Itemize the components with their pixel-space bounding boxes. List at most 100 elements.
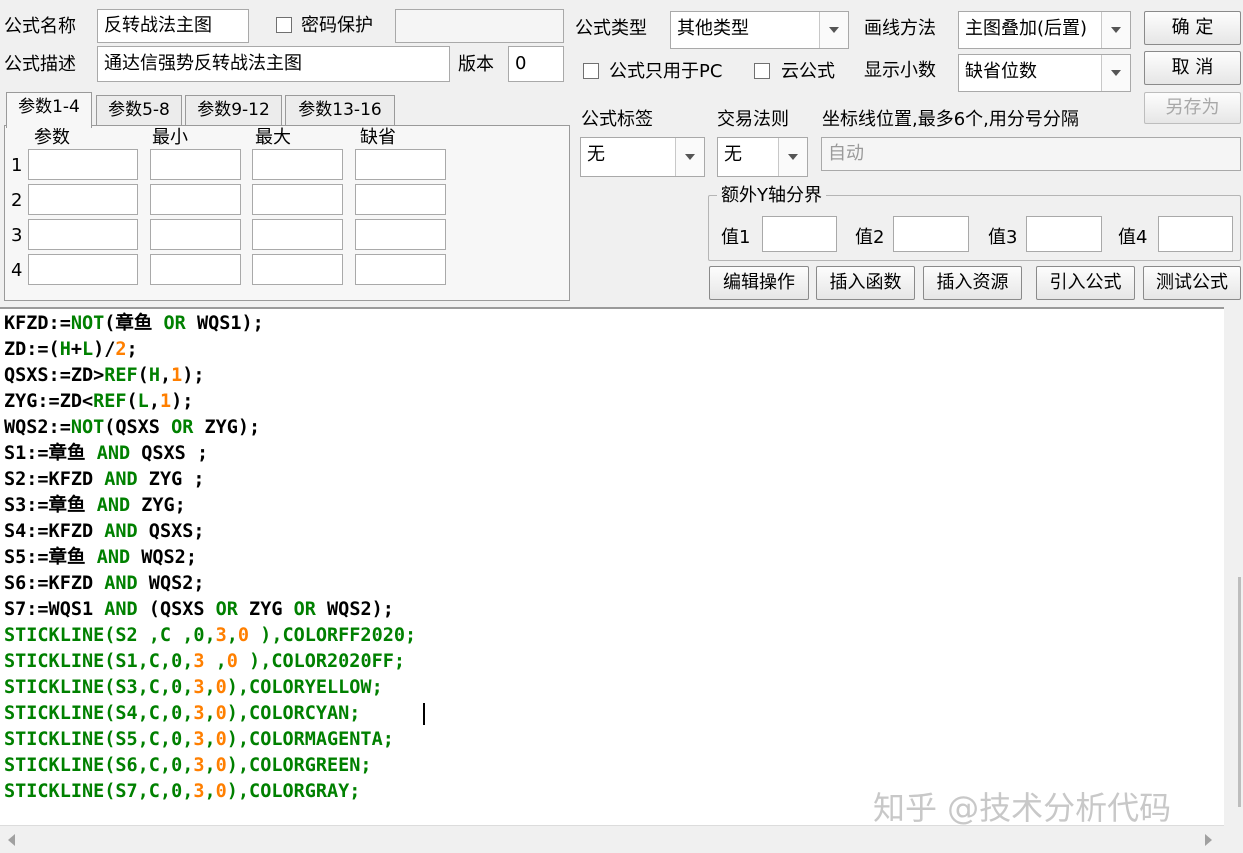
- param-max-input[interactable]: [252, 184, 343, 215]
- draw-method-label: 画线方法: [864, 18, 936, 39]
- formula-tag-select[interactable]: 无: [580, 137, 705, 177]
- formula-tag-label: 公式标签: [581, 109, 653, 130]
- y-value-2-input[interactable]: [893, 216, 969, 252]
- edit-ops-button[interactable]: 编辑操作: [709, 266, 809, 300]
- trade-rule-value: 无: [724, 144, 742, 165]
- tab-params-9-12[interactable]: 参数9-12: [185, 95, 282, 125]
- code-line: S2:=KFZD AND ZYG ;: [4, 469, 205, 490]
- tab-params-5-8[interactable]: 参数5-8: [96, 95, 182, 125]
- y-value-4-input[interactable]: [1158, 216, 1233, 252]
- code-line: STICKLINE(S5,C,0,3,0),COLORMAGENTA;: [4, 729, 394, 750]
- trade-rule-select[interactable]: 无: [717, 137, 808, 177]
- param-default-input[interactable]: [355, 254, 446, 285]
- cloud-formula-checkbox[interactable]: [754, 63, 770, 79]
- extra-y-axis-label: 额外Y轴分界: [717, 185, 826, 207]
- y-value-1-input[interactable]: [762, 216, 837, 252]
- y-value-4-label: 值4: [1118, 227, 1148, 248]
- chevron-down-icon[interactable]: [1101, 12, 1130, 48]
- param-default-input[interactable]: [355, 184, 446, 215]
- pc-only-label: 公式只用于PC: [609, 61, 723, 82]
- code-line: STICKLINE(S7,C,0,3,0),COLORGRAY;: [4, 781, 361, 802]
- formula-type-select[interactable]: 其他类型: [670, 11, 849, 49]
- code-line: S3:=章鱼 AND ZYG;: [4, 495, 186, 516]
- vertical-scroll-thumb[interactable]: [1238, 577, 1241, 807]
- scroll-left-icon[interactable]: [8, 834, 15, 846]
- param-name-input[interactable]: [28, 149, 138, 180]
- code-line: STICKLINE(S3,C,0,3,0),COLORYELLOW;: [4, 677, 383, 698]
- tab-params-1-4[interactable]: 参数1-4: [6, 92, 92, 128]
- code-line: ZYG:=ZD<REF(L,1);: [4, 391, 194, 412]
- watermark-text: 知乎 @技术分析代码: [873, 789, 1172, 827]
- formula-desc-input[interactable]: 通达信强势反转战法主图: [97, 46, 450, 82]
- chevron-down-icon[interactable]: [819, 12, 848, 48]
- axis-lines-input[interactable]: 自动: [821, 137, 1241, 171]
- code-line: S6:=KFZD AND WQS2;: [4, 573, 205, 594]
- draw-method-select[interactable]: 主图叠加(后置): [958, 11, 1131, 49]
- code-line: STICKLINE(S2 ,C ,0,3,0 ),COLORFF2020;: [4, 625, 417, 646]
- code-line: S5:=章鱼 AND WQS2;: [4, 547, 197, 568]
- param-header-max: 最大: [255, 127, 291, 148]
- decimals-value: 缺省位数: [965, 61, 1037, 82]
- scroll-right-icon[interactable]: [1205, 834, 1212, 846]
- password-input[interactable]: [395, 9, 564, 43]
- code-line: KFZD:=NOT(章鱼 OR WQS1);: [4, 313, 264, 334]
- param-name-input[interactable]: [28, 219, 138, 250]
- formula-type-label: 公式类型: [575, 18, 647, 39]
- y-value-2-label: 值2: [855, 227, 885, 248]
- code-line: S1:=章鱼 AND QSXS ;: [4, 443, 209, 464]
- horizontal-scrollbar[interactable]: [0, 825, 1224, 853]
- ok-button[interactable]: 确 定: [1144, 11, 1241, 45]
- password-protect-checkbox[interactable]: [276, 17, 292, 33]
- draw-method-value: 主图叠加(后置): [965, 18, 1088, 39]
- formula-desc-label: 公式描述: [4, 54, 76, 75]
- param-default-input[interactable]: [355, 219, 446, 250]
- param-name-input[interactable]: [28, 254, 138, 285]
- text-caret: [423, 703, 425, 725]
- code-line: QSXS:=ZD>REF(H,1);: [4, 365, 205, 386]
- code-line: STICKLINE(S1,C,0,3 ,0 ),COLOR2020FF;: [4, 651, 405, 672]
- param-row-number: 3: [11, 225, 23, 246]
- insert-resource-button[interactable]: 插入资源: [923, 266, 1022, 300]
- chevron-down-icon[interactable]: [778, 138, 807, 176]
- version-label: 版本: [458, 54, 494, 75]
- param-max-input[interactable]: [252, 254, 343, 285]
- code-line: WQS2:=NOT(QSXS OR ZYG);: [4, 417, 261, 438]
- y-value-3-label: 值3: [988, 227, 1018, 248]
- test-formula-button[interactable]: 测试公式: [1143, 266, 1241, 300]
- import-formula-button[interactable]: 引入公式: [1036, 266, 1135, 300]
- y-value-1-label: 值1: [721, 227, 751, 248]
- param-header-name: 参数: [34, 127, 70, 148]
- trade-rule-label: 交易法则: [717, 109, 789, 130]
- pc-only-checkbox[interactable]: [583, 63, 599, 79]
- param-default-input[interactable]: [355, 149, 446, 180]
- param-header-default: 缺省: [360, 127, 396, 148]
- version-input[interactable]: 0: [508, 46, 564, 82]
- password-protect-label: 密码保护: [301, 15, 373, 36]
- param-name-input[interactable]: [28, 184, 138, 215]
- cancel-button[interactable]: 取 消: [1144, 51, 1241, 85]
- axis-lines-label: 坐标线位置,最多6个,用分号分隔: [822, 109, 1079, 130]
- decimals-select[interactable]: 缺省位数: [958, 54, 1131, 92]
- vertical-scrollbar[interactable]: [1224, 307, 1243, 853]
- formula-tag-value: 无: [587, 144, 605, 165]
- param-min-input[interactable]: [150, 184, 241, 215]
- y-value-3-input[interactable]: [1026, 216, 1102, 252]
- chevron-down-icon[interactable]: [1101, 55, 1130, 91]
- decimals-label: 显示小数: [864, 60, 936, 81]
- insert-function-button[interactable]: 插入函数: [816, 266, 915, 300]
- param-max-input[interactable]: [252, 149, 343, 180]
- chevron-down-icon[interactable]: [675, 138, 704, 176]
- param-header-min: 最小: [152, 127, 188, 148]
- code-line: S4:=KFZD AND QSXS;: [4, 521, 205, 542]
- param-min-input[interactable]: [150, 219, 241, 250]
- param-row-number: 2: [11, 190, 23, 211]
- param-min-input[interactable]: [150, 149, 241, 180]
- code-line: ZD:=(H+L)/2;: [4, 339, 138, 360]
- formula-name-input[interactable]: 反转战法主图: [97, 9, 249, 43]
- param-row-number: 1: [11, 155, 23, 176]
- code-editor[interactable]: KFZD:=NOT(章鱼 OR WQS1); ZD:=(H+L)/2; QSXS:=…: [0, 307, 1239, 825]
- param-min-input[interactable]: [150, 254, 241, 285]
- save-as-button[interactable]: 另存为: [1144, 92, 1241, 124]
- tab-params-13-16[interactable]: 参数13-16: [285, 95, 395, 125]
- param-max-input[interactable]: [252, 219, 343, 250]
